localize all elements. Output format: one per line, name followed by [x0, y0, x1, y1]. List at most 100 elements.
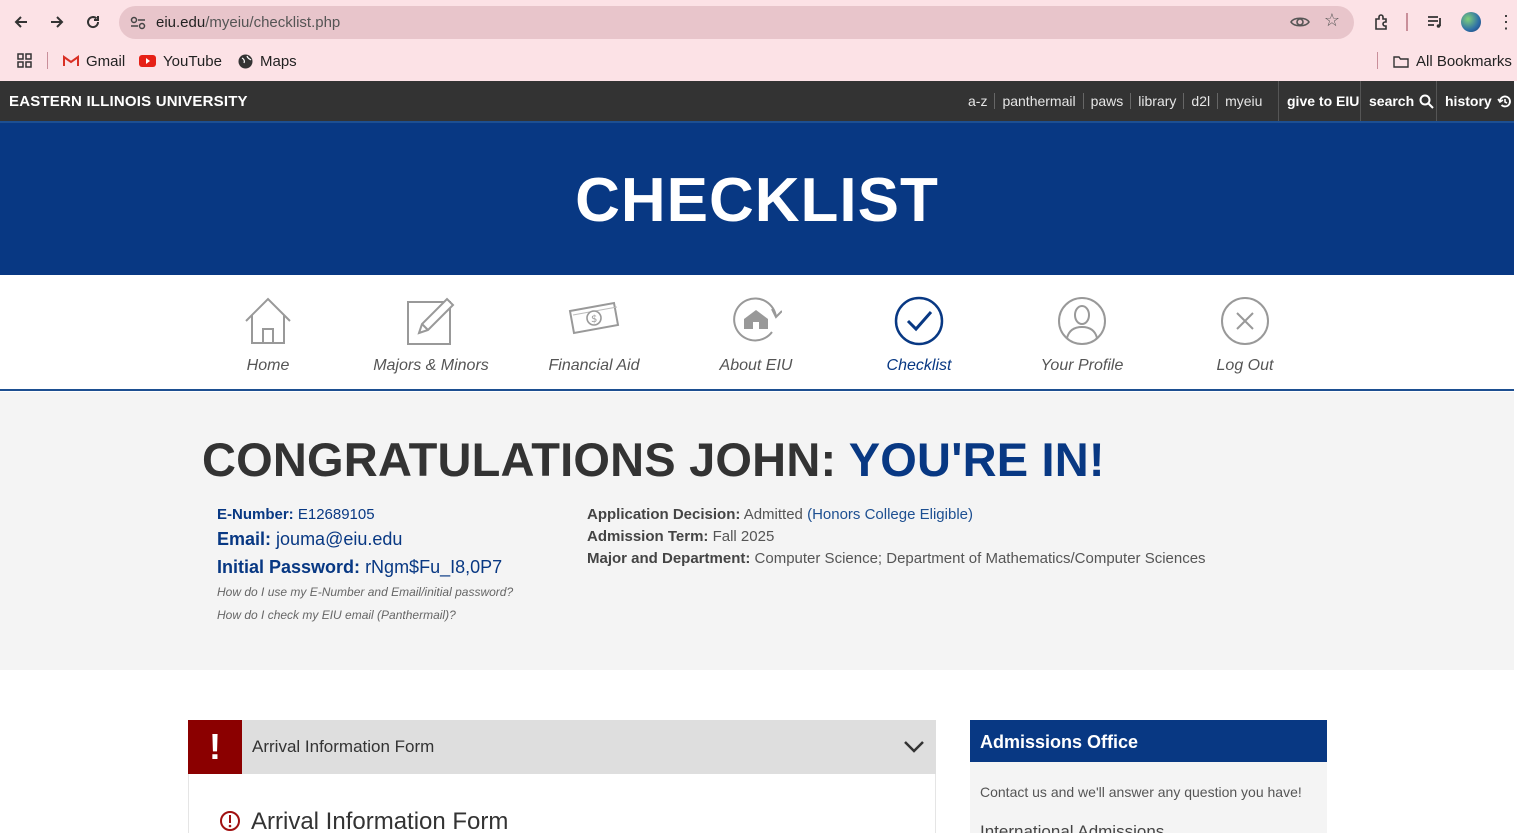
media-control-icon[interactable] [1422, 8, 1448, 36]
congrats-heading: CONGRATULATIONS JOHN: YOU'RE IN! [202, 432, 1105, 487]
nav-item-checklist[interactable]: Checklist [844, 295, 994, 375]
password-value: rNgm$Fu_I8,0P7 [365, 557, 503, 577]
search-icon [1419, 94, 1434, 109]
give-label: give to EIU [1287, 93, 1360, 109]
url-domain: eiu.edu [156, 14, 206, 31]
bookmarks-bar [0, 44, 1517, 81]
profile-avatar[interactable] [1461, 12, 1481, 32]
all-bookmarks[interactable]: All Bookmarks [1393, 50, 1512, 72]
link-library[interactable]: library [1130, 93, 1183, 109]
decision-row: Application Decision: Admitted (Honors C… [587, 506, 1206, 523]
nav-label: Financial Aid [548, 357, 640, 374]
toolbar-divider [1406, 13, 1408, 31]
enumber-row: E-Number: E12689105 [217, 506, 513, 523]
accordion-title: Arrival Information Form [252, 737, 435, 756]
check-icon [844, 295, 994, 347]
password-row: Initial Password: rNgm$Fu_I8,0P7 [217, 557, 513, 578]
nav-item-financial-aid[interactable]: $ Financial Aid [519, 295, 669, 375]
link-d2l[interactable]: d2l [1183, 93, 1217, 109]
search-button[interactable]: search [1360, 81, 1436, 121]
bookmark-divider [1377, 52, 1378, 69]
admissions-office-text: Contact us and we'll answer any question… [980, 784, 1302, 800]
admissions-office-heading: Admissions Office [970, 720, 1327, 762]
nav-label: Home [246, 357, 290, 374]
email-label: Email: [217, 529, 272, 549]
decision-panel: Application Decision: Admitted (Honors C… [587, 506, 1206, 572]
help-link-email[interactable]: How do I check my EIU email (Panthermail… [217, 608, 513, 622]
help-link-enumber[interactable]: How do I use my E-Number and Email/initi… [217, 585, 513, 599]
address-bar[interactable]: eiu.edu/myeiu/checklist.php ☆ [119, 6, 1354, 39]
alert-icon: ! [188, 720, 242, 774]
apps-grid-icon[interactable] [16, 50, 34, 72]
arrival-form-accordion[interactable]: ! Arrival Information Form [188, 720, 936, 774]
chevron-down-icon[interactable] [902, 734, 926, 763]
password-label: Initial Password: [217, 557, 361, 577]
search-label: search [1369, 93, 1415, 109]
nav-item-about[interactable]: About EIU [681, 295, 831, 375]
svg-text:$: $ [591, 314, 597, 325]
history-button[interactable]: history [1436, 81, 1514, 121]
history-icon [1497, 94, 1512, 109]
bookmark-youtube[interactable]: YouTube [139, 50, 222, 72]
link-paws[interactable]: paws [1082, 93, 1131, 109]
nav-label: Checklist [886, 357, 952, 374]
link-myeiu[interactable]: myeiu [1217, 93, 1269, 109]
admission-summary: CONGRATULATIONS JOHN: YOU'RE IN! E-Numbe… [0, 392, 1514, 670]
nav-item-home[interactable]: Home [193, 295, 343, 375]
nav-label: About EIU [719, 357, 793, 374]
bookmark-label: Maps [260, 52, 297, 70]
link-panthermail[interactable]: panthermail [994, 93, 1082, 109]
icon-navigation: Home Majors & Minors $ Financial Aid Abo… [0, 275, 1514, 391]
bookmark-maps[interactable]: Maps [238, 50, 297, 72]
enumber-value: E12689105 [297, 506, 375, 523]
url-path: /myeiu/checklist.php [205, 14, 341, 31]
back-arrow-icon[interactable] [7, 8, 35, 36]
close-icon [1170, 295, 1320, 347]
folder-icon [1393, 55, 1409, 68]
site-info-icon[interactable] [129, 14, 147, 32]
bookmark-gmail[interactable]: Gmail [63, 50, 125, 72]
congrats-heading-main: CONGRATULATIONS JOHN: [202, 433, 837, 486]
bookmark-star-icon[interactable]: ☆ [1324, 10, 1340, 31]
history-label: history [1445, 93, 1492, 109]
forward-arrow-icon[interactable] [43, 8, 71, 36]
browser-toolbar: eiu.edu/myeiu/checklist.php ☆ ⋮ [0, 0, 1517, 44]
email-value: jouma@eiu.edu [276, 529, 403, 549]
enumber-label: E-Number: [217, 506, 294, 523]
university-brand[interactable]: EASTERN ILLINOIS UNIVERSITY [9, 93, 248, 110]
decision-label: Application Decision: [587, 506, 741, 523]
profile-icon [1007, 295, 1157, 347]
youtube-icon [139, 55, 156, 67]
bookmark-label: Gmail [86, 52, 126, 70]
warning-circle-icon [219, 810, 241, 833]
bookmark-label: YouTube [163, 52, 222, 70]
all-bookmarks-label: All Bookmarks [1416, 52, 1512, 70]
reload-icon[interactable] [79, 8, 107, 36]
nav-item-logout[interactable]: Log Out [1170, 295, 1320, 375]
hero-banner: CHECKLIST [0, 123, 1514, 275]
decision-value: Admitted [743, 506, 803, 523]
honors-link[interactable]: (Honors College Eligible) [807, 506, 973, 523]
page-title: CHECKLIST [575, 166, 939, 235]
link-a-z[interactable]: a-z [961, 93, 994, 109]
admissions-office-panel: Contact us and we'll answer any question… [970, 762, 1327, 833]
nav-item-profile[interactable]: Your Profile [1007, 295, 1157, 375]
globe-icon [238, 54, 253, 69]
kebab-menu-icon[interactable]: ⋮ [1496, 8, 1516, 36]
eiu-top-bar: EASTERN ILLINOIS UNIVERSITY a-z pantherm… [0, 81, 1514, 121]
url-text: eiu.edu/myeiu/checklist.php [156, 14, 340, 31]
eye-icon[interactable] [1290, 12, 1310, 37]
email-row: Email: jouma@eiu.edu [217, 529, 513, 550]
home-icon [193, 295, 343, 347]
give-button[interactable]: give to EIU [1278, 81, 1360, 121]
congrats-heading-accent: YOU'RE IN! [848, 433, 1105, 486]
extensions-icon[interactable] [1369, 8, 1395, 36]
term-value: Fall 2025 [712, 528, 775, 545]
major-label: Major and Department: [587, 550, 751, 567]
accordion-body-title: Arrival Information Form [251, 808, 509, 833]
nav-item-majors[interactable]: Majors & Minors [356, 295, 506, 375]
credentials-panel: E-Number: E12689105 Email: jouma@eiu.edu… [217, 506, 513, 631]
nav-label: Majors & Minors [373, 357, 489, 374]
international-admissions-link[interactable]: International Admissions [980, 822, 1164, 833]
utility-links: a-z panthermail paws library d2l myeiu [961, 81, 1269, 121]
